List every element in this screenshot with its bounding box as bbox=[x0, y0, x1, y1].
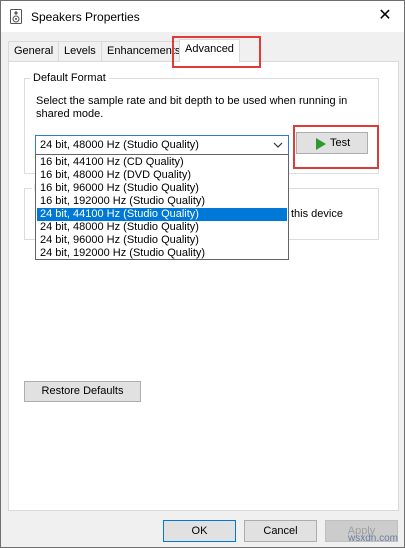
tab-levels[interactable]: Levels bbox=[58, 41, 102, 61]
sample-rate-select[interactable]: 24 bit, 48000 Hz (Studio Quality) bbox=[35, 135, 289, 155]
dropdown-option[interactable]: 16 bit, 48000 Hz (DVD Quality) bbox=[37, 169, 287, 182]
exclusive-mode-text: this device bbox=[291, 208, 343, 220]
dropdown-option[interactable]: 16 bit, 192000 Hz (Studio Quality) bbox=[37, 195, 287, 208]
dropdown-option-highlighted[interactable]: 24 bit, 44100 Hz (Studio Quality) bbox=[37, 208, 287, 221]
ok-button[interactable]: OK bbox=[163, 520, 236, 542]
chevron-down-icon bbox=[273, 142, 283, 148]
tab-general[interactable]: General bbox=[8, 41, 60, 61]
dropdown-option[interactable]: 24 bit, 192000 Hz (Studio Quality) bbox=[37, 247, 287, 260]
title-bar: Speakers Properties ✕ bbox=[1, 1, 404, 32]
advanced-tab-highlight bbox=[172, 36, 261, 68]
dropdown-option[interactable]: 24 bit, 48000 Hz (Studio Quality) bbox=[37, 221, 287, 234]
sample-rate-selected-value: 24 bit, 48000 Hz (Studio Quality) bbox=[40, 139, 199, 151]
watermark: wsxdn.com bbox=[347, 533, 398, 544]
default-format-description: Select the sample rate and bit depth to … bbox=[36, 95, 348, 120]
speaker-icon bbox=[10, 9, 22, 24]
test-button-highlight bbox=[293, 125, 379, 169]
close-button[interactable]: ✕ bbox=[372, 5, 398, 27]
sample-rate-dropdown-list: 16 bit, 44100 Hz (CD Quality) 16 bit, 48… bbox=[35, 154, 289, 260]
restore-defaults-button[interactable]: Restore Defaults bbox=[24, 381, 141, 402]
dropdown-option[interactable]: 16 bit, 96000 Hz (Studio Quality) bbox=[37, 182, 287, 195]
cancel-button[interactable]: Cancel bbox=[244, 520, 317, 542]
dropdown-option[interactable]: 16 bit, 44100 Hz (CD Quality) bbox=[37, 156, 287, 169]
speakers-properties-dialog: Speakers Properties ✕ General Levels Enh… bbox=[0, 0, 405, 548]
dropdown-option[interactable]: 24 bit, 96000 Hz (Studio Quality) bbox=[37, 234, 287, 247]
default-format-title: Default Format bbox=[30, 72, 109, 84]
window-title: Speakers Properties bbox=[31, 10, 140, 24]
